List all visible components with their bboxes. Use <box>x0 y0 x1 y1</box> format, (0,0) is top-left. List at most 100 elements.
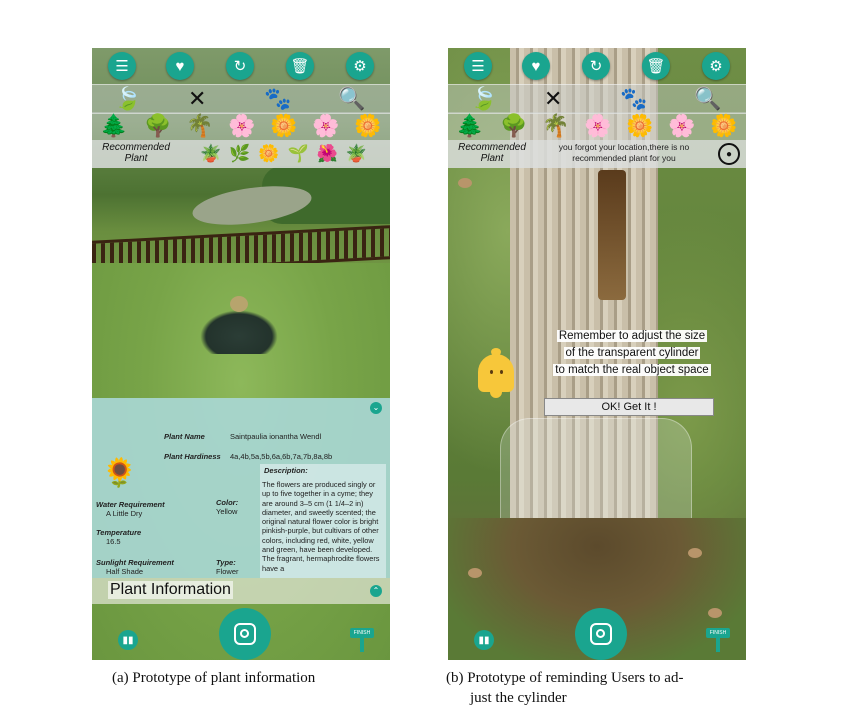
recommended-plant-label: Recommended Plant <box>452 142 532 164</box>
phone-screen-plant-information: ☰ ♥ ↻ 🗑 ⚙ 🍃 ✕ 🐾 🔍 🌲 🌳 🌴 🌸 🌼 🌸 🌼 Recommen… <box>92 48 390 660</box>
phone-screen-cylinder-reminder: ☰ ♥ ↻ 🗑 ⚙ 🍃 ✕ 🐾 🔍 🌲 🌳 🌴 🌸 🌼 🌸 🌼 Recommen… <box>448 48 746 660</box>
search-icon[interactable]: 🔍 <box>338 87 365 111</box>
virtual-plant-model[interactable] <box>200 296 278 354</box>
fallen-leaf <box>688 548 702 558</box>
bell-body <box>478 354 514 392</box>
category-row: 🍃 ✕ 🐾 🔍 <box>92 84 390 114</box>
windmill-icon[interactable]: ✕ <box>544 87 562 111</box>
recommended-plant-bar: Recommended Plant 🪴🌿🌼🌱🌺🪴 <box>92 140 390 168</box>
book-icon[interactable]: ▮▮ <box>474 630 494 650</box>
search-icon[interactable]: 🔍 <box>694 87 721 111</box>
orange-flower-icon[interactable]: 🌼 <box>626 113 653 139</box>
trash-icon[interactable]: 🗑 <box>286 52 314 80</box>
heart-icon[interactable]: ♥ <box>522 52 550 80</box>
recommended-label-line2: Plant <box>480 153 504 164</box>
bell-clapper <box>490 392 502 398</box>
settings-icon[interactable]: ⚙ <box>346 52 374 80</box>
chevron-down-icon[interactable]: ⌄ <box>370 402 382 414</box>
temperature-value: 16.5 <box>106 537 121 546</box>
leaf-icon[interactable]: 🍃 <box>470 87 497 111</box>
tree-icon[interactable]: 🌳 <box>500 113 527 139</box>
sunlight-requirement-label: Sunlight Requirement <box>96 558 174 567</box>
category-row: 🍃 ✕ 🐾 🔍 <box>448 84 746 114</box>
palm-icon[interactable]: 🌴 <box>186 113 213 139</box>
recommended-label-line1: Recommended <box>458 142 526 153</box>
type-label: Type: <box>216 558 236 567</box>
finish-sign-icon[interactable]: FINISH <box>706 628 730 652</box>
bell-mascot-icon <box>474 346 518 400</box>
plant-information-bar[interactable]: Plant Information ⌃ <box>92 578 390 604</box>
pink-flower-icon[interactable]: 🌸 <box>584 113 611 139</box>
list-icon[interactable]: ☰ <box>108 52 136 80</box>
plant-information-title: Plant Information <box>108 581 233 599</box>
location-pin-icon[interactable]: ● <box>718 143 740 165</box>
leaf-icon[interactable]: 🍃 <box>114 87 141 111</box>
description-box[interactable]: Description: The flowers are produced si… <box>260 464 386 578</box>
finish-pole <box>360 638 364 652</box>
message-line1: you forgot your location,there is no <box>558 142 690 152</box>
description-label: Description: <box>264 466 308 475</box>
book-icon[interactable]: ▮▮ <box>118 630 138 650</box>
color-label: Color: <box>216 498 239 507</box>
type-value: Flower <box>216 567 239 576</box>
palm-icon[interactable]: 🌴 <box>542 113 569 139</box>
blue-flower-icon[interactable]: 🌸 <box>668 113 695 139</box>
top-toolbar: ☰ ♥ ↻ 🗑 ⚙ <box>92 48 390 84</box>
chevron-up-icon[interactable]: ⌃ <box>370 585 382 597</box>
refresh-icon[interactable]: ↻ <box>582 52 610 80</box>
plant-information-panel: ⌄ Plant Name Saintpaulia ionantha Wendl … <box>92 398 390 578</box>
sunlight-requirement-value: Half Shade <box>106 567 144 576</box>
conifer-icon[interactable]: 🌲 <box>100 113 127 139</box>
paw-icon[interactable]: 🐾 <box>620 87 647 111</box>
recommended-plant-label: Recommended Plant <box>96 142 176 164</box>
fallen-leaf <box>458 178 472 188</box>
finish-label: FINISH <box>706 628 730 638</box>
reminder-message: Remember to adjust the size of the trans… <box>530 328 734 379</box>
color-value: Yellow <box>216 507 238 516</box>
reminder-line1: Remember to adjust the size <box>556 330 708 342</box>
plant-thumbnail: 🌻 <box>102 457 137 488</box>
recommended-plant-thumbnails[interactable]: 🪴🌿🌼🌱🌺🪴 <box>200 140 375 168</box>
white-flower-icon[interactable]: 🌼 <box>710 113 737 139</box>
settings-icon[interactable]: ⚙ <box>702 52 730 80</box>
tree-icon[interactable]: 🌳 <box>144 113 171 139</box>
plant-type-row: 🌲 🌳 🌴 🌸 🌼 🌸 🌼 <box>92 112 390 140</box>
pink-flower-icon[interactable]: 🌸 <box>228 113 255 139</box>
refresh-icon[interactable]: ↻ <box>226 52 254 80</box>
heart-icon[interactable]: ♥ <box>166 52 194 80</box>
camera-button[interactable] <box>219 608 271 660</box>
paw-icon[interactable]: 🐾 <box>264 87 291 111</box>
reminder-line2: of the transparent cylinder <box>563 347 701 359</box>
list-icon[interactable]: ☰ <box>464 52 492 80</box>
finish-sign-icon[interactable]: FINISH <box>350 628 374 652</box>
recommended-label-line2: Plant <box>124 153 148 164</box>
fallen-leaf <box>468 568 482 578</box>
plant-name-label: Plant Name <box>164 432 205 441</box>
caption-a: (a) Prototype of plant information <box>112 670 316 686</box>
reminder-line3: to match the real object space <box>553 364 711 376</box>
finish-pole <box>716 638 720 652</box>
blue-flower-icon[interactable]: 🌸 <box>312 113 339 139</box>
water-requirement-value: A Little Dry <box>106 509 143 518</box>
caption-b-line2: just the cylinder <box>470 690 567 706</box>
camera-button[interactable] <box>575 608 627 660</box>
plant-type-row: 🌲 🌳 🌴 🌸 🌼 🌸 🌼 <box>448 112 746 140</box>
camera-icon <box>234 623 256 645</box>
top-toolbar: ☰ ♥ ↻ 🗑 ⚙ <box>448 48 746 84</box>
conifer-icon[interactable]: 🌲 <box>456 113 483 139</box>
bottom-toolbar: ▮▮ FINISH <box>92 604 390 660</box>
recommended-label-line1: Recommended <box>102 142 170 153</box>
message-line2: recommended plant for you <box>572 153 676 163</box>
bottom-toolbar: ▮▮ FINISH <box>448 604 746 660</box>
description-text: The flowers are produced singly or up to… <box>262 480 380 573</box>
bell-eye <box>490 370 493 374</box>
orange-flower-icon[interactable]: 🌼 <box>270 113 297 139</box>
bell-eye <box>500 370 503 374</box>
windmill-icon[interactable]: ✕ <box>188 87 206 111</box>
white-flower-icon[interactable]: 🌼 <box>354 113 381 139</box>
trash-icon[interactable]: 🗑 <box>642 52 670 80</box>
plant-hardiness-label: Plant Hardiness <box>164 452 221 461</box>
plant-hardiness-value: 4a,4b,5a,5b,6a,6b,7a,7b,8a,8b <box>230 452 333 461</box>
water-requirement-label: Water Requirement <box>96 500 165 509</box>
ok-got-it-button[interactable]: OK! Get It ! <box>544 398 714 416</box>
